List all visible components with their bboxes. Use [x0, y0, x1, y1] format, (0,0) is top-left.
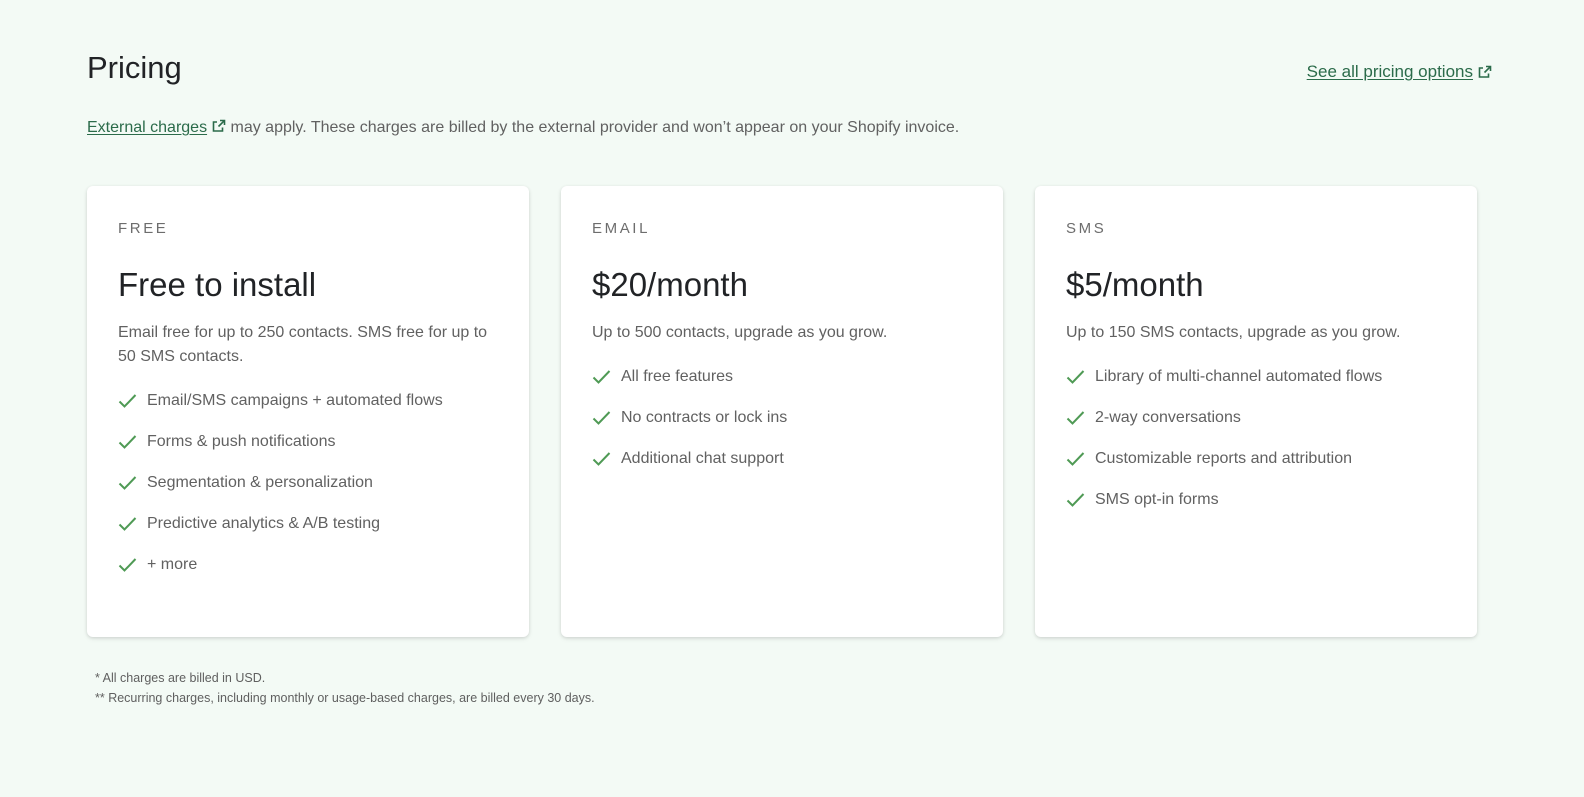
plan-price: $5/month	[1066, 266, 1204, 303]
feature-item: SMS opt-in forms	[1066, 488, 1446, 512]
plan-label: EMAIL	[592, 220, 651, 237]
see-all-pricing-label: See all pricing options	[1306, 62, 1473, 81]
external-charges-text: may apply. These charges are billed by t…	[226, 119, 960, 136]
feature-text: Predictive analytics & A/B testing	[147, 515, 380, 532]
check-icon	[118, 475, 137, 491]
check-icon	[1066, 492, 1085, 508]
plan-card-free: FREE Free to install Email free for up t…	[87, 186, 529, 637]
plan-price: Free to install	[118, 266, 317, 303]
pricing-cards: FREE Free to install Email free for up t…	[87, 186, 1477, 637]
plan-description: Up to 500 contacts, upgrade as you grow.	[592, 324, 888, 341]
external-link-icon	[1478, 65, 1492, 79]
external-charges-link[interactable]: External charges	[87, 119, 207, 136]
feature-text: Library of multi-channel automated flows	[1095, 368, 1383, 385]
footnotes: * All charges are billed in USD. ** Recu…	[95, 668, 595, 708]
check-icon	[592, 451, 611, 467]
feature-item: All free features	[592, 365, 972, 389]
plan-description: Up to 150 SMS contacts, upgrade as you g…	[1066, 324, 1401, 341]
check-icon	[1066, 369, 1085, 385]
feature-list: Email/SMS campaigns + automated flows Fo…	[118, 389, 498, 577]
feature-item: Segmentation & personalization	[118, 471, 498, 495]
pricing-page: Pricing See all pricing options External…	[0, 0, 1584, 797]
feature-text: Customizable reports and attribution	[1095, 450, 1353, 467]
external-link-icon	[212, 119, 226, 133]
plan-description: Email free for up to 250 contacts. SMS f…	[118, 324, 488, 365]
feature-text: Email/SMS campaigns + automated flows	[147, 392, 443, 409]
plan-card-sms: SMS $5/month Up to 150 SMS contacts, upg…	[1035, 186, 1477, 637]
feature-item: Library of multi-channel automated flows	[1066, 365, 1446, 389]
feature-text: SMS opt-in forms	[1095, 491, 1219, 508]
check-icon	[592, 369, 611, 385]
feature-text: Forms & push notifications	[147, 433, 336, 450]
feature-item: Email/SMS campaigns + automated flows	[118, 389, 498, 413]
check-icon	[118, 393, 137, 409]
feature-list: Library of multi-channel automated flows…	[1066, 365, 1446, 512]
footnote-currency: * All charges are billed in USD.	[95, 671, 266, 685]
feature-item: Additional chat support	[592, 447, 972, 471]
feature-item: Customizable reports and attribution	[1066, 447, 1446, 471]
feature-text: Additional chat support	[621, 450, 784, 467]
page-title: Pricing	[87, 50, 182, 85]
pricing-header: Pricing See all pricing options	[87, 48, 1492, 88]
feature-text: Segmentation & personalization	[147, 474, 373, 491]
feature-item: No contracts or lock ins	[592, 406, 972, 430]
footnote-recurring: ** Recurring charges, including monthly …	[95, 691, 595, 705]
check-icon	[1066, 451, 1085, 467]
feature-text: No contracts or lock ins	[621, 409, 788, 426]
plan-price: $20/month	[592, 266, 748, 303]
check-icon	[118, 516, 137, 532]
feature-text: All free features	[621, 368, 734, 385]
feature-item: Forms & push notifications	[118, 430, 498, 454]
feature-item: Predictive analytics & A/B testing	[118, 512, 498, 536]
plan-label: FREE	[118, 220, 169, 237]
check-icon	[118, 557, 137, 573]
check-icon	[118, 434, 137, 450]
plan-card-email: EMAIL $20/month Up to 500 contacts, upgr…	[561, 186, 1003, 637]
feature-list: All free features No contracts or lock i…	[592, 365, 972, 471]
feature-item: + more	[118, 553, 498, 577]
feature-item: 2-way conversations	[1066, 406, 1446, 430]
see-all-pricing-link[interactable]: See all pricing options	[1307, 62, 1492, 82]
check-icon	[592, 410, 611, 426]
feature-text: 2-way conversations	[1095, 409, 1241, 426]
feature-text: + more	[147, 556, 198, 573]
external-charges-note: External charges may apply. These charge…	[87, 117, 959, 139]
plan-label: SMS	[1066, 220, 1107, 237]
check-icon	[1066, 410, 1085, 426]
